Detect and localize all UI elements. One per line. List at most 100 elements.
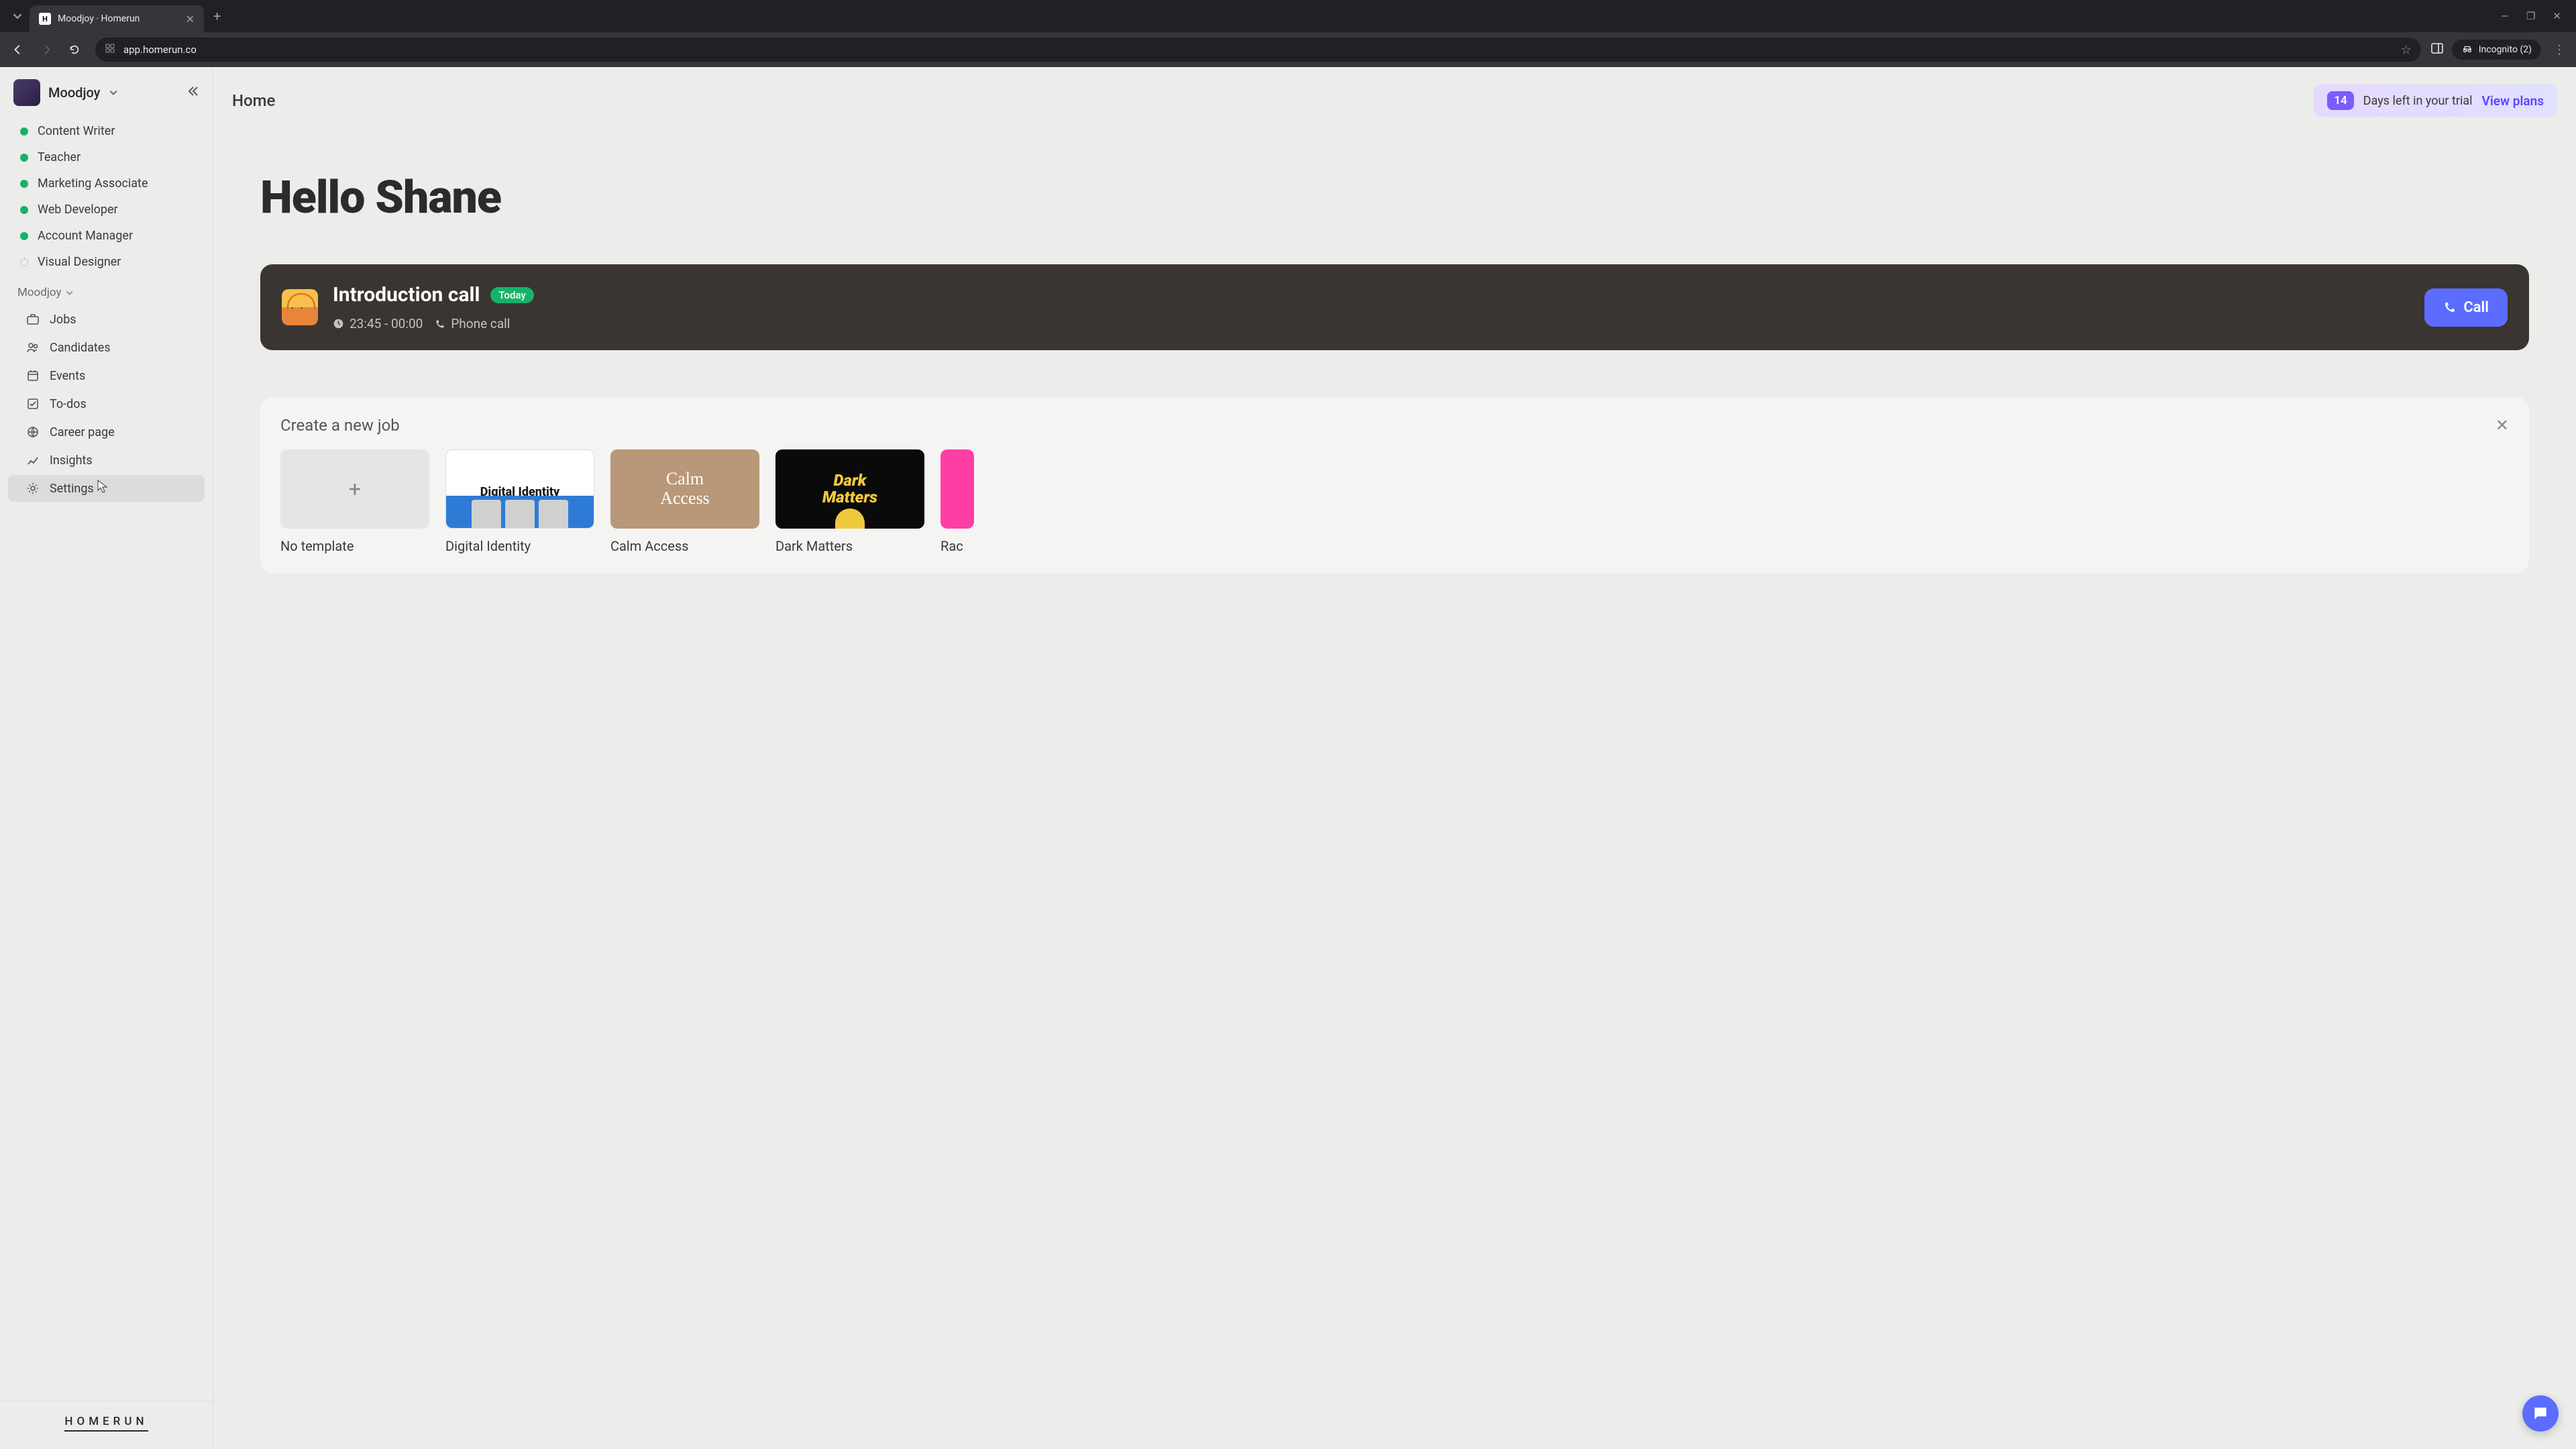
- calendar-icon: [25, 368, 40, 383]
- nav-career-page[interactable]: Career page: [8, 419, 205, 445]
- topbar: Home 14 Days left in your trial View pla…: [213, 67, 2576, 117]
- nav-label: Career page: [50, 425, 115, 439]
- tabs-dropdown[interactable]: [5, 4, 30, 28]
- call-avatar: [282, 289, 318, 325]
- trial-banner: 14 Days left in your trial View plans: [2314, 85, 2557, 117]
- incognito-label: Incognito (2): [2479, 44, 2532, 55]
- nav-candidates[interactable]: Candidates: [8, 334, 205, 361]
- new-tab-button[interactable]: +: [213, 8, 221, 24]
- plus-icon: +: [280, 449, 429, 529]
- create-job-section: Create a new job ✕ + No template Digital…: [260, 397, 2529, 573]
- nav-label: Candidates: [50, 341, 111, 355]
- view-plans-link[interactable]: View plans: [2482, 93, 2544, 109]
- chat-launcher[interactable]: [2522, 1395, 2559, 1432]
- call-time: 23:45 - 00:00: [333, 316, 423, 331]
- workspace-switcher[interactable]: Moodjoy: [0, 67, 213, 118]
- sidebar-section-toggle[interactable]: Moodjoy: [0, 275, 213, 306]
- template-digital-identity[interactable]: Digital Identity Digital Identity: [445, 449, 594, 554]
- today-badge: Today: [490, 287, 533, 303]
- gear-icon: [25, 481, 40, 496]
- chart-icon: [25, 453, 40, 468]
- sidebar-scroll[interactable]: Content Writer Teacher Marketing Associa…: [0, 118, 213, 1401]
- job-item[interactable]: Marketing Associate: [0, 170, 213, 197]
- back-button[interactable]: [7, 38, 30, 61]
- template-thumb: CalmAccess: [610, 449, 759, 529]
- trial-text: Days left in your trial: [2363, 94, 2473, 108]
- nav-label: Jobs: [50, 313, 76, 327]
- browser-menu-icon[interactable]: ⋮: [2549, 43, 2569, 57]
- homerun-logo[interactable]: HOMERUN: [64, 1415, 148, 1432]
- tab-title: Moodjoy · Homerun: [58, 13, 179, 24]
- status-dot-draft-icon: [20, 258, 28, 266]
- call-button[interactable]: Call: [2424, 288, 2508, 327]
- close-icon[interactable]: ✕: [2496, 416, 2509, 435]
- page-title: Home: [232, 91, 275, 110]
- nav-insights[interactable]: Insights: [8, 447, 205, 474]
- nav-todos[interactable]: To-dos: [8, 390, 205, 417]
- template-blank[interactable]: + No template: [280, 449, 429, 554]
- nav-events[interactable]: Events: [8, 362, 205, 389]
- close-window-icon[interactable]: ✕: [2553, 10, 2561, 22]
- template-label: Calm Access: [610, 538, 759, 554]
- template-calm-access[interactable]: CalmAccess Calm Access: [610, 449, 759, 554]
- call-type: Phone call: [435, 316, 510, 331]
- trial-days-badge: 14: [2327, 91, 2353, 110]
- template-dark-matters[interactable]: DarkMatters Dark Matters: [775, 449, 924, 554]
- phone-icon: [435, 319, 445, 329]
- job-label: Content Writer: [38, 124, 115, 138]
- minimize-icon[interactable]: —: [2501, 10, 2509, 22]
- sidebar-footer: HOMERUN: [0, 1401, 213, 1449]
- chat-icon: [2532, 1405, 2549, 1422]
- close-tab-icon[interactable]: ✕: [186, 13, 195, 25]
- job-item[interactable]: Content Writer: [0, 118, 213, 144]
- tab-strip: H Moodjoy · Homerun ✕ + — ❐ ✕: [0, 0, 2576, 32]
- nav-settings[interactable]: Settings: [8, 475, 205, 502]
- section-label: Moodjoy: [17, 286, 62, 299]
- status-dot-icon: [20, 180, 28, 188]
- tab-favicon-icon: H: [39, 13, 51, 25]
- browser-toolbar: app.homerun.co ☆ Incognito (2) ⋮: [0, 32, 2576, 67]
- check-icon: [25, 396, 40, 411]
- call-info: Introduction call Today 23:45 - 00:00 Ph…: [333, 283, 2410, 331]
- app-root: Moodjoy Content Writer Teacher Marketing…: [0, 67, 2576, 1449]
- job-item[interactable]: Visual Designer: [0, 249, 213, 275]
- briefcase-icon: [25, 312, 40, 327]
- job-item[interactable]: Account Manager: [0, 223, 213, 249]
- chevron-down-icon: [109, 87, 117, 99]
- people-icon: [25, 340, 40, 355]
- forward-button[interactable]: [35, 38, 58, 61]
- globe-icon: [25, 425, 40, 439]
- maximize-icon[interactable]: ❐: [2526, 10, 2535, 22]
- panel-icon[interactable]: [2430, 42, 2444, 58]
- template-label: No template: [280, 538, 429, 554]
- template-thumb: [941, 449, 974, 529]
- incognito-badge[interactable]: Incognito (2): [2452, 40, 2541, 60]
- job-label: Marketing Associate: [38, 176, 148, 191]
- collapse-sidebar-button[interactable]: [186, 85, 199, 101]
- browser-chrome: H Moodjoy · Homerun ✕ + — ❐ ✕ app.homeru…: [0, 0, 2576, 67]
- greeting: Hello Shane: [260, 170, 2529, 224]
- job-item[interactable]: Web Developer: [0, 197, 213, 223]
- nav-label: To-dos: [50, 397, 87, 411]
- reload-button[interactable]: [63, 38, 86, 61]
- create-job-title: Create a new job: [280, 416, 400, 435]
- workspace-name: Moodjoy: [48, 85, 100, 101]
- main-content: Hello Shane Introduction call Today 23:4…: [213, 117, 2576, 600]
- job-label: Web Developer: [38, 203, 118, 217]
- template-label: Digital Identity: [445, 538, 594, 554]
- bookmark-icon[interactable]: ☆: [2401, 43, 2412, 57]
- status-dot-icon: [20, 232, 28, 240]
- nav-jobs[interactable]: Jobs: [8, 306, 205, 333]
- nav-label: Insights: [50, 453, 93, 468]
- workspace-avatar: [13, 79, 40, 106]
- url-bar[interactable]: app.homerun.co ☆: [95, 38, 2421, 62]
- phone-icon: [2443, 301, 2457, 314]
- status-dot-icon: [20, 127, 28, 136]
- template-label: Rac: [941, 538, 974, 554]
- site-info-icon[interactable]: [105, 43, 115, 56]
- template-partial[interactable]: Rac: [941, 449, 974, 554]
- browser-tab[interactable]: H Moodjoy · Homerun ✕: [30, 5, 204, 32]
- template-thumb: DarkMatters: [775, 449, 924, 529]
- main-area: Home 14 Days left in your trial View pla…: [213, 67, 2576, 1449]
- job-item[interactable]: Teacher: [0, 144, 213, 170]
